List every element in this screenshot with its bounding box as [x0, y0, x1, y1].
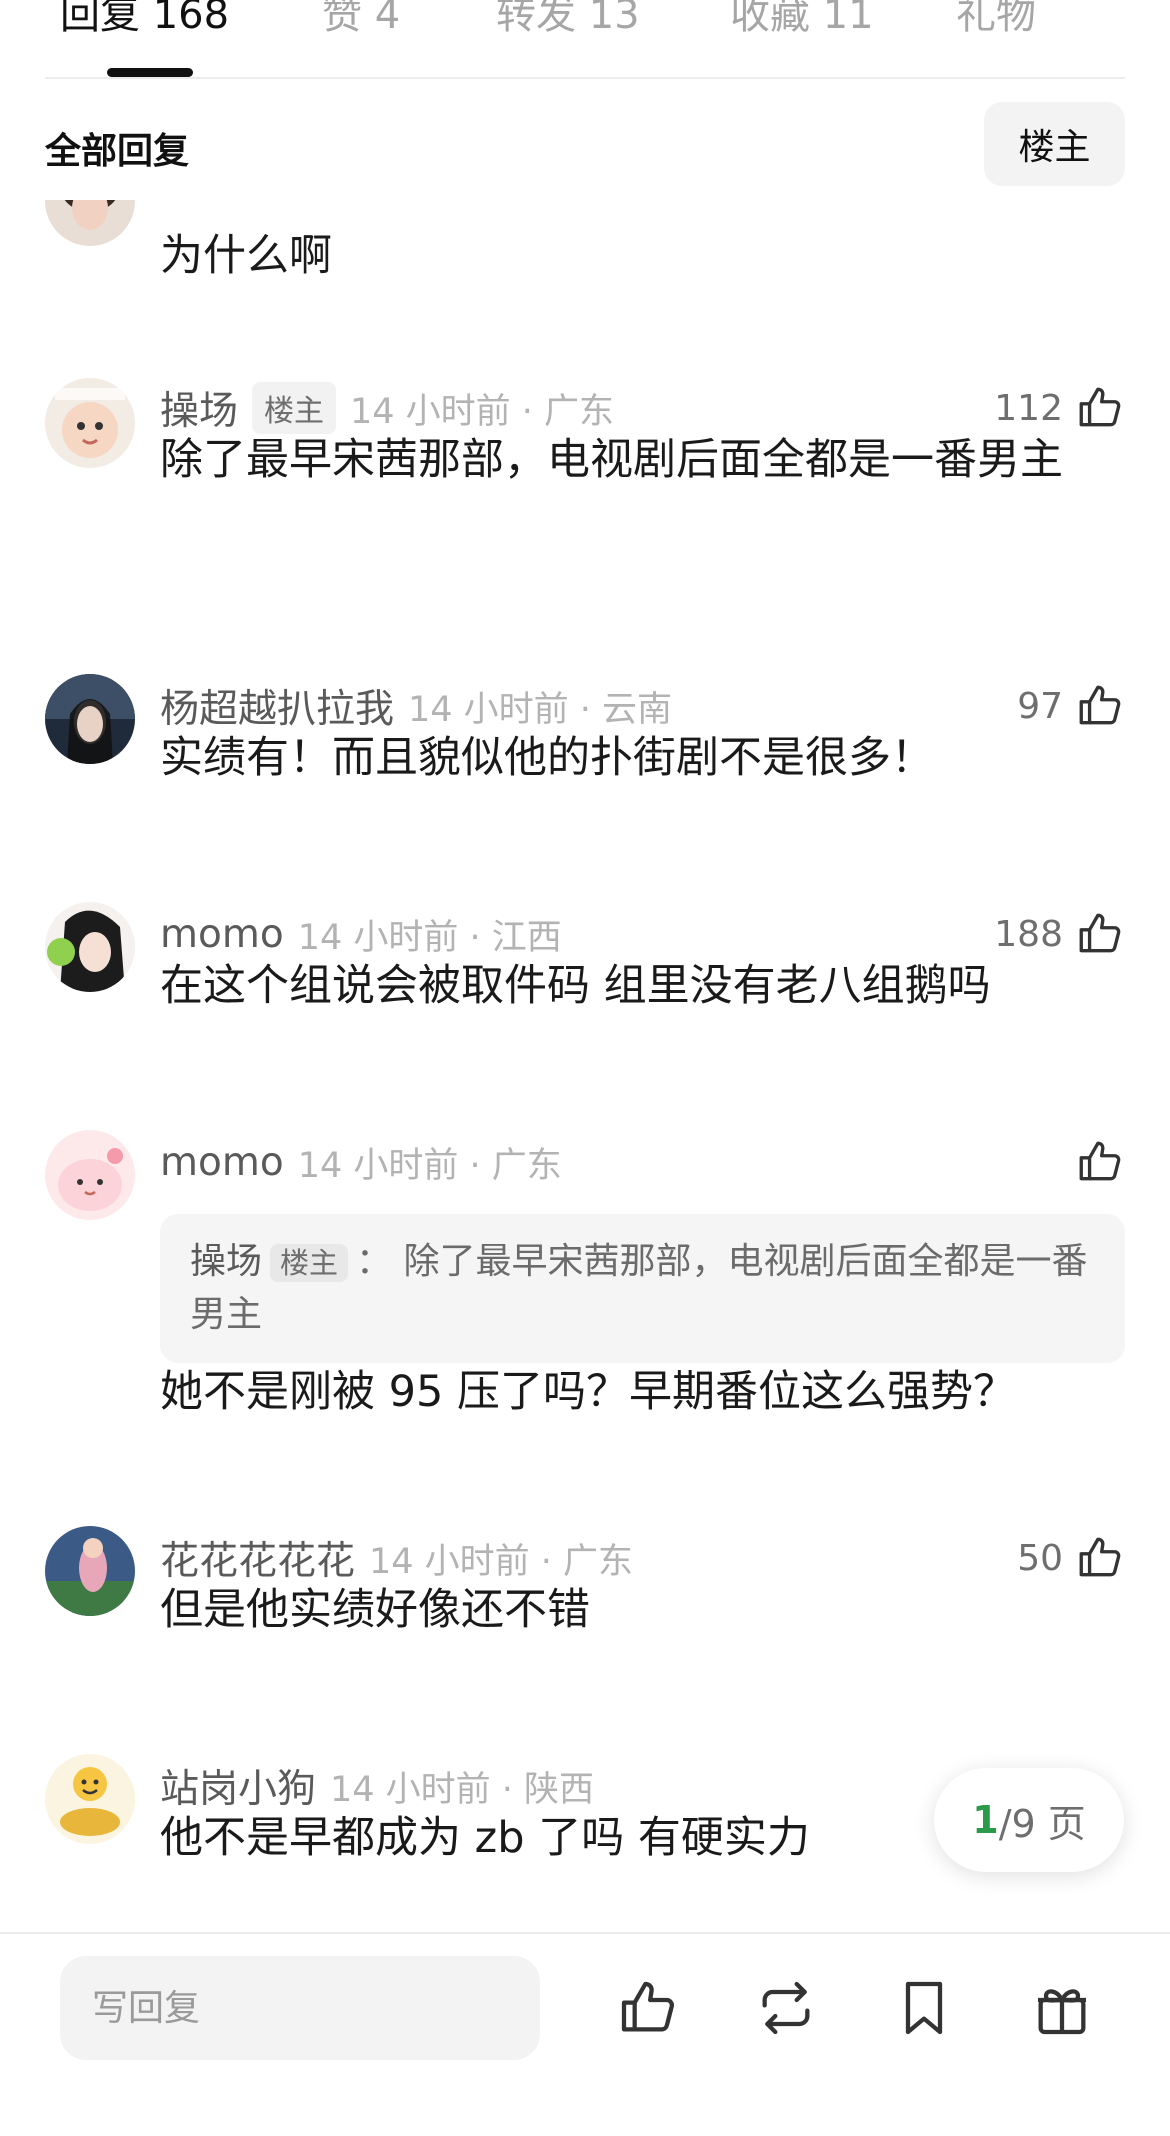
comment-meta: momo 14 小时前 · 广东	[160, 1134, 562, 1190]
divider	[45, 77, 1125, 79]
reply-input[interactable]	[60, 1956, 540, 2060]
tab-replies[interactable]: 回复 168	[60, 0, 229, 40]
avatar[interactable]	[45, 378, 135, 468]
quoted-reply[interactable]: 操场 楼主： 除了最早宋茜那部，电视剧后面全都是一番男主	[160, 1214, 1125, 1363]
like-count: 188	[994, 913, 1063, 955]
op-only-filter-button[interactable]: 楼主	[984, 102, 1125, 186]
username[interactable]: momo	[160, 1140, 284, 1185]
tab-favorites[interactable]: 收藏 11	[730, 0, 874, 40]
like-button[interactable]	[1075, 1134, 1125, 1190]
bookmark-icon[interactable]	[892, 1976, 956, 2040]
avatar[interactable]	[45, 200, 135, 246]
tab-reposts[interactable]: 转发 13	[496, 0, 640, 40]
like-count: 50	[1017, 1537, 1063, 1579]
bottom-action-bar	[0, 1932, 1170, 2136]
avatar[interactable]	[45, 902, 135, 992]
like-count: 97	[1017, 685, 1063, 727]
comment-text: 为什么啊	[160, 231, 332, 281]
tab-gifts[interactable]: 礼物	[956, 0, 1036, 40]
gift-icon[interactable]	[1030, 1976, 1094, 2040]
quoted-username: 操场	[190, 1241, 263, 1282]
thumbs-up-icon	[1075, 1137, 1125, 1187]
current-page: 1	[972, 1798, 999, 1842]
comment-text: 实绩有！而且貌似他的扑街剧不是很多！	[160, 733, 934, 783]
tab-bar: 回复 168 赞 4 转发 13 收藏 11 礼物	[0, 0, 1170, 79]
quote-separator: ：	[356, 1241, 393, 1282]
op-badge: 楼主	[270, 1244, 349, 1282]
comment-text: 除了最早宋茜那部，电视剧后面全都是一番男主	[160, 435, 1063, 485]
like-count: 112	[994, 387, 1063, 429]
avatar[interactable]	[45, 1130, 135, 1220]
comment-text: 但是他实绩好像还不错	[160, 1585, 590, 1635]
thumbs-up-icon[interactable]	[616, 1976, 680, 2040]
tab-likes[interactable]: 赞 4	[322, 0, 400, 40]
page-indicator[interactable]: 1/9 页	[934, 1768, 1124, 1872]
comment-text: 在这个组说会被取件码 组里没有老八组鹅吗	[160, 961, 991, 1011]
all-replies-heading: 全部回复	[45, 131, 190, 172]
comment-list: 为什么啊 操场 楼主 14 小时前 · 广东 112 除了最早宋茜那部，电视剧后…	[0, 200, 1170, 1932]
timestamp-location: 14 小时前 · 广东	[297, 1145, 562, 1186]
active-tab-indicator	[107, 68, 193, 77]
avatar[interactable]	[45, 1526, 135, 1616]
repost-icon[interactable]	[754, 1976, 818, 2040]
page-total: /9 页	[998, 1801, 1086, 1846]
avatar[interactable]	[45, 674, 135, 764]
comment-text: 她不是刚被 95 压了吗？早期番位这么强势？	[160, 1367, 1017, 1417]
avatar[interactable]	[45, 1754, 135, 1844]
